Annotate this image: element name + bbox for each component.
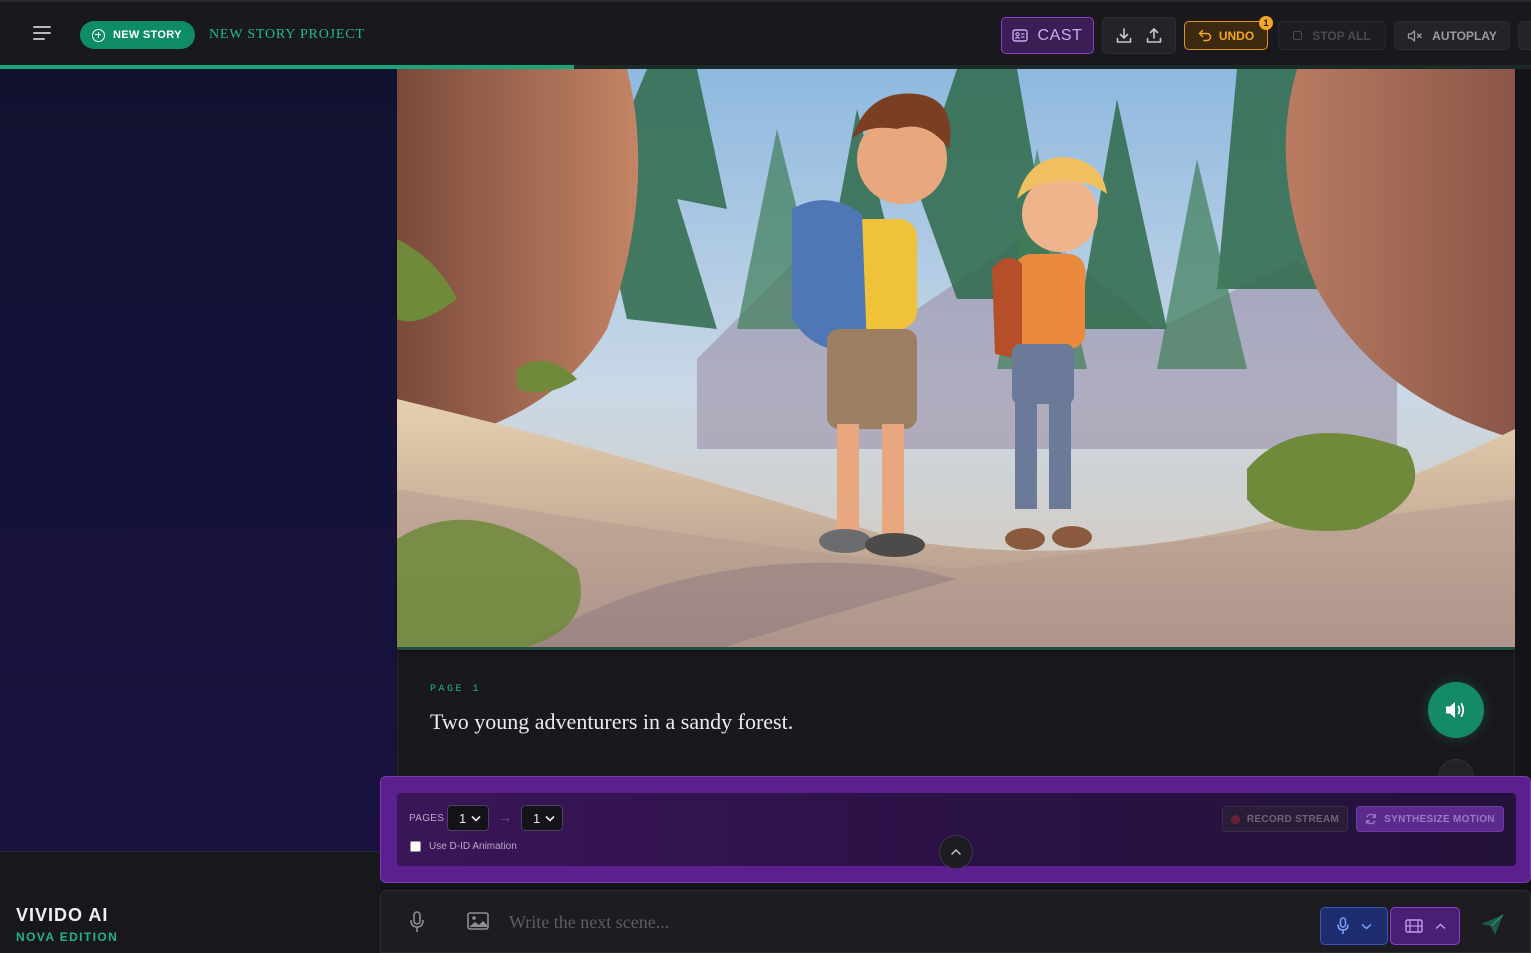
- page-card: PAGE 1 Two young adventurers in a sandy …: [397, 653, 1515, 795]
- plus-circle-icon: [92, 28, 105, 42]
- page-number-label: PAGE 1: [430, 684, 482, 695]
- film-icon: [1404, 919, 1423, 933]
- undo-icon: [1198, 29, 1212, 42]
- stop-all-label: STOP ALL: [1312, 28, 1371, 43]
- synthesize-motion-label: SYNTHESIZE MOTION: [1384, 813, 1495, 825]
- send-icon[interactable]: [1479, 913, 1505, 937]
- undo-button[interactable]: UNDO: [1184, 21, 1268, 50]
- autoplay-label: AUTOPLAY: [1432, 28, 1497, 43]
- page-from-value: 1: [459, 810, 467, 826]
- app-root: NEW STORY NEW STORY PROJECT CAST UNDO 1 …: [0, 0, 1531, 953]
- new-story-button[interactable]: NEW STORY: [80, 21, 195, 49]
- page-text: Two young adventurers in a sandy forest.: [430, 709, 794, 734]
- play-narration-button[interactable]: [1428, 682, 1484, 738]
- overflow-button[interactable]: [1518, 21, 1531, 50]
- hamburger-menu-icon[interactable]: [33, 26, 55, 44]
- project-title[interactable]: NEW STORY PROJECT: [209, 27, 365, 43]
- chevron-down-icon: [471, 815, 481, 822]
- record-stream-label: RECORD STREAM: [1246, 813, 1340, 825]
- undo-count-badge: 1: [1259, 16, 1273, 30]
- sidebar: [0, 69, 396, 851]
- record-dot-icon: [1230, 814, 1240, 824]
- scene-illustration: [397, 69, 1515, 650]
- refresh-icon: [1366, 813, 1377, 825]
- cast-label: CAST: [1037, 26, 1083, 44]
- undo-label: UNDO: [1218, 28, 1255, 43]
- scene-prompt-input[interactable]: [509, 905, 1289, 939]
- autoplay-button[interactable]: AUTOPLAY: [1394, 21, 1510, 50]
- stop-square-icon: [1293, 31, 1303, 40]
- stop-all-button[interactable]: STOP ALL: [1278, 21, 1386, 50]
- id-card-icon: [1012, 29, 1029, 42]
- cast-button[interactable]: CAST: [1001, 17, 1094, 54]
- top-bar: NEW STORY NEW STORY PROJECT CAST UNDO 1 …: [0, 0, 1531, 66]
- chevron-up-icon: [1435, 922, 1445, 929]
- scene-composer: [380, 890, 1531, 953]
- synthesize-motion-button[interactable]: SYNTHESIZE MOTION: [1356, 806, 1504, 832]
- microphone-icon[interactable]: [409, 910, 425, 934]
- did-animation-label: Use D-ID Animation: [429, 841, 517, 852]
- collapse-panel-button[interactable]: [939, 835, 973, 869]
- upload-icon[interactable]: [1145, 27, 1163, 45]
- did-animation-checkbox[interactable]: [410, 841, 421, 852]
- speaker-muted-icon: [1408, 29, 1422, 42]
- chevron-down-icon: [545, 815, 555, 822]
- brand-block: VIVIDO AI NOVA EDITION: [0, 851, 380, 953]
- voice-input-button[interactable]: [1320, 907, 1388, 945]
- chevron-down-icon: [1361, 923, 1371, 930]
- import-export-group: [1102, 17, 1176, 54]
- new-story-label: NEW STORY: [113, 29, 182, 41]
- chevron-up-icon: [951, 849, 961, 855]
- download-icon[interactable]: [1115, 27, 1133, 45]
- brand-name: VIVIDO AI: [16, 905, 109, 925]
- page-to-select[interactable]: 1: [521, 805, 563, 831]
- page-from-select[interactable]: 1: [447, 805, 489, 831]
- brand-edition: NOVA EDITION: [16, 930, 119, 944]
- page-to-value: 1: [533, 810, 541, 826]
- image-upload-icon[interactable]: [466, 911, 490, 931]
- microphone-icon: [1336, 917, 1349, 934]
- video-mode-button[interactable]: [1390, 907, 1460, 945]
- record-stream-button[interactable]: RECORD STREAM: [1222, 806, 1348, 832]
- arrow-right-icon: →: [498, 809, 512, 825]
- speaker-icon: [1446, 702, 1465, 718]
- pages-label: PAGES: [409, 813, 445, 824]
